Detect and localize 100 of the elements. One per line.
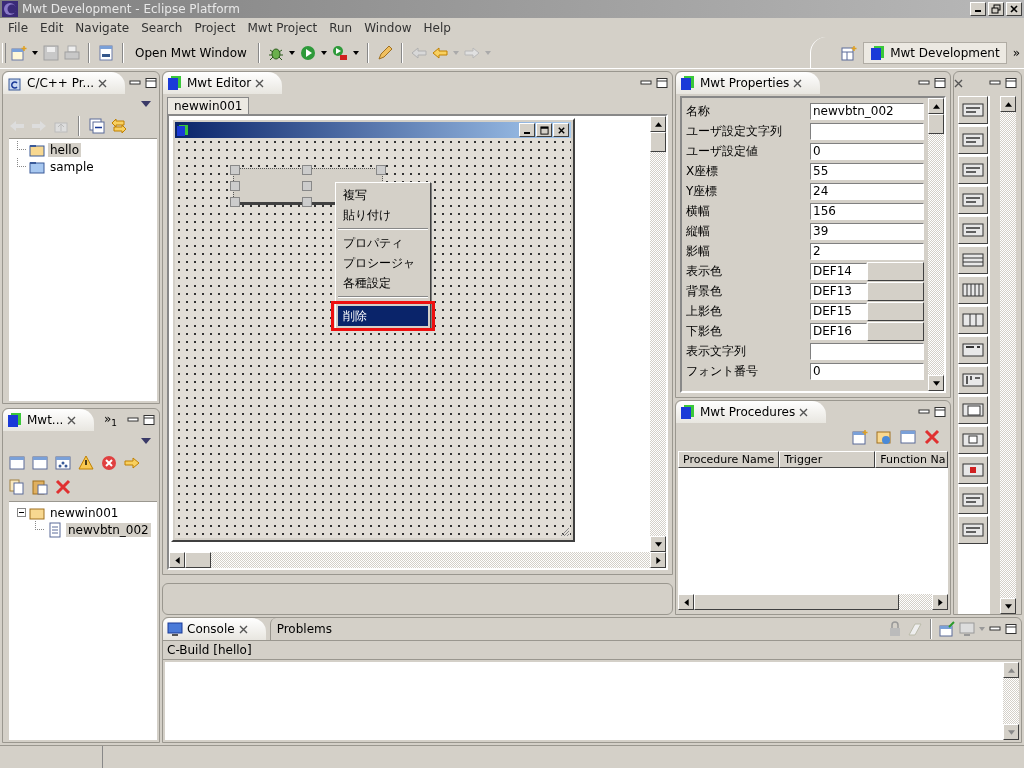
minimize-icon[interactable] bbox=[989, 624, 1001, 634]
palette-tool-button[interactable] bbox=[958, 336, 988, 364]
palette-tool-button[interactable] bbox=[958, 126, 988, 154]
more-perspectives-button[interactable]: » bbox=[1012, 45, 1020, 60]
palette-tool-button[interactable] bbox=[958, 486, 988, 514]
maximize-icon[interactable] bbox=[143, 415, 155, 425]
open-perspective-icon[interactable] bbox=[841, 44, 858, 61]
menu-item[interactable]: 削除 bbox=[338, 306, 428, 326]
delete-icon[interactable] bbox=[924, 429, 940, 445]
collapse-toggle-icon[interactable] bbox=[17, 508, 26, 517]
close-icon[interactable] bbox=[67, 415, 77, 425]
scroll-up-button[interactable] bbox=[1000, 96, 1016, 112]
palette-tool-button[interactable] bbox=[958, 366, 988, 394]
close-icon[interactable] bbox=[238, 624, 248, 634]
color-swatch-button[interactable] bbox=[866, 261, 924, 281]
property-field[interactable]: 156 bbox=[810, 202, 924, 220]
maximize-icon[interactable] bbox=[1005, 624, 1017, 634]
vertical-scrollbar[interactable] bbox=[928, 98, 944, 391]
perspective-button[interactable]: Mwt Development bbox=[863, 41, 1007, 64]
horizontal-scrollbar[interactable] bbox=[169, 552, 666, 568]
maximize-icon[interactable] bbox=[934, 407, 946, 417]
restore-button[interactable] bbox=[988, 2, 1004, 16]
pin-icon[interactable] bbox=[939, 621, 955, 637]
maximize-icon[interactable] bbox=[145, 78, 158, 88]
menu-item[interactable]: プロパティ bbox=[338, 233, 428, 253]
palette-tool-button[interactable] bbox=[958, 426, 988, 454]
window-icon[interactable] bbox=[32, 455, 48, 471]
scroll-thumb[interactable] bbox=[650, 132, 666, 152]
menu-item[interactable]: Edit bbox=[34, 20, 70, 35]
delete-icon[interactable] bbox=[55, 479, 71, 495]
import-folder-icon[interactable] bbox=[876, 429, 892, 445]
tree-item[interactable]: sample bbox=[48, 159, 96, 174]
dropdown-arrow-icon[interactable] bbox=[288, 50, 295, 55]
collapse-all-icon[interactable] bbox=[89, 118, 105, 134]
binary-file-icon[interactable] bbox=[98, 44, 114, 61]
dropdown-arrow-icon[interactable] bbox=[352, 50, 359, 55]
property-field[interactable]: newvbtn_002 bbox=[810, 102, 924, 120]
view-tab[interactable]: C/C++ Pr... bbox=[3, 72, 126, 94]
scroll-left-button[interactable] bbox=[678, 594, 694, 610]
warning-icon[interactable] bbox=[78, 455, 94, 471]
palette-tool-button[interactable] bbox=[958, 276, 988, 304]
window-icon[interactable] bbox=[900, 429, 916, 445]
minimize-icon[interactable] bbox=[918, 407, 930, 417]
palette-tool-button[interactable] bbox=[958, 216, 988, 244]
vertical-scrollbar[interactable] bbox=[1000, 96, 1016, 614]
paste-icon[interactable] bbox=[32, 479, 48, 495]
property-field[interactable]: DEF16 bbox=[810, 322, 867, 340]
copy-icon[interactable] bbox=[9, 479, 25, 495]
color-swatch-button[interactable] bbox=[866, 321, 924, 341]
menu-item[interactable]: 各種設定 bbox=[338, 273, 428, 293]
palette-tool-button[interactable] bbox=[958, 396, 988, 424]
more-views-button[interactable]: »$_{1}$ bbox=[103, 411, 117, 429]
property-field[interactable]: DEF13 bbox=[810, 282, 867, 300]
vertical-scrollbar[interactable] bbox=[1003, 662, 1019, 740]
palette-tool-button[interactable] bbox=[958, 516, 988, 544]
vertical-scrollbar[interactable] bbox=[650, 116, 666, 552]
view-tab[interactable]: Mwt Procedures bbox=[676, 401, 827, 423]
menu-item[interactable]: 複写 bbox=[338, 185, 428, 205]
external-tools-icon[interactable] bbox=[331, 44, 348, 61]
tree-item[interactable]: newvbtn_002 bbox=[66, 522, 151, 537]
view-tab[interactable]: Problems bbox=[269, 618, 338, 640]
new-window-icon[interactable] bbox=[852, 429, 868, 445]
scroll-thumb[interactable] bbox=[694, 594, 899, 610]
palette-tool-button[interactable] bbox=[958, 306, 988, 334]
close-icon[interactable] bbox=[98, 78, 108, 88]
window-dots-icon[interactable] bbox=[55, 455, 71, 471]
menu-item[interactable]: Search bbox=[135, 20, 189, 35]
palette-tool-button[interactable] bbox=[958, 96, 988, 124]
view-tab[interactable]: Mwt Properties bbox=[676, 72, 821, 94]
property-field[interactable]: 0 bbox=[810, 362, 924, 380]
column-header[interactable]: Trigger bbox=[779, 451, 876, 468]
tree-item[interactable]: hello bbox=[48, 142, 81, 157]
scroll-up-button[interactable] bbox=[1003, 662, 1019, 678]
close-icon[interactable] bbox=[954, 78, 963, 88]
close-button[interactable] bbox=[1006, 2, 1022, 16]
close-icon[interactable] bbox=[255, 78, 265, 88]
property-field[interactable] bbox=[810, 122, 924, 140]
scroll-up-button[interactable] bbox=[650, 116, 666, 132]
close-icon[interactable] bbox=[793, 78, 803, 88]
color-swatch-button[interactable] bbox=[866, 301, 924, 321]
scroll-thumb[interactable] bbox=[928, 114, 944, 134]
minimize-icon[interactable] bbox=[918, 78, 930, 88]
column-header[interactable]: Procedure Name bbox=[678, 451, 780, 468]
palette-tool-button[interactable] bbox=[958, 246, 988, 274]
minimize-icon[interactable] bbox=[129, 78, 142, 88]
palette-tool-button[interactable] bbox=[958, 156, 988, 184]
scroll-right-button[interactable] bbox=[650, 552, 666, 568]
menu-item[interactable]: Window bbox=[358, 20, 418, 35]
maximize-icon[interactable] bbox=[1005, 78, 1017, 88]
property-field[interactable]: 2 bbox=[810, 242, 924, 260]
menu-item[interactable]: Project bbox=[188, 20, 242, 35]
run-icon[interactable] bbox=[299, 44, 316, 61]
column-header[interactable]: Function Na bbox=[875, 451, 948, 468]
view-tab[interactable]: Mwt... bbox=[3, 409, 95, 431]
pencil-icon[interactable] bbox=[376, 44, 393, 61]
property-field[interactable]: DEF14 bbox=[810, 262, 867, 280]
view-menu-icon[interactable] bbox=[141, 438, 151, 444]
dropdown-arrow-icon[interactable] bbox=[32, 50, 38, 55]
view-tab[interactable]: Console bbox=[163, 618, 266, 640]
menu-item[interactable]: File bbox=[2, 20, 35, 35]
